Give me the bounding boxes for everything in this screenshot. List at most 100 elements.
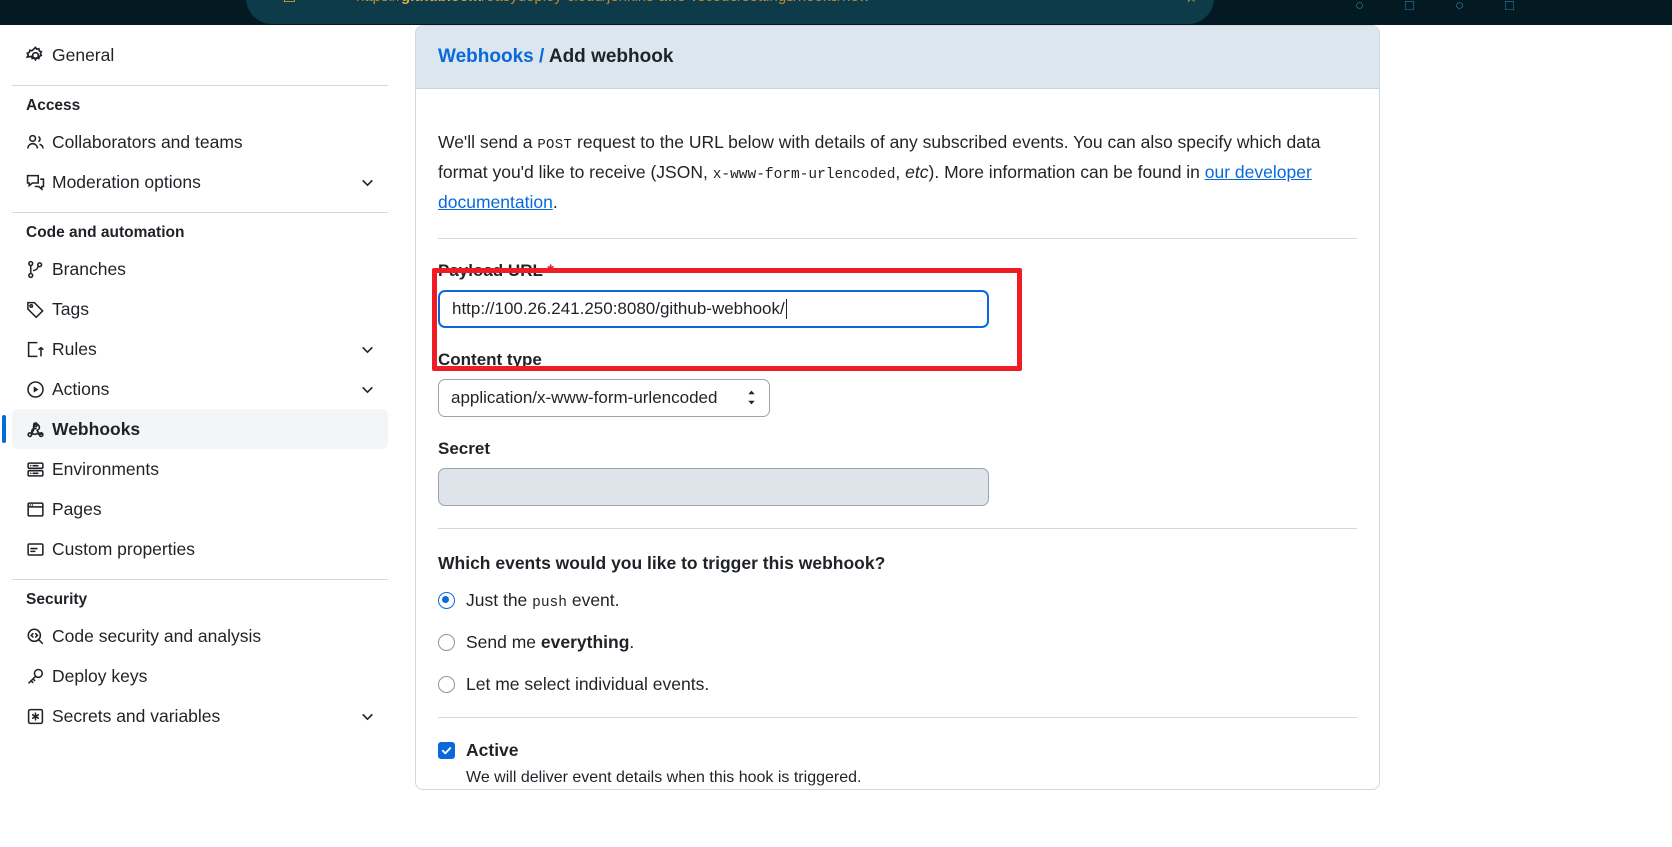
radio-label-prefix: Just the bbox=[466, 589, 533, 610]
sidebar-item-label: Collaborators and teams bbox=[52, 132, 243, 152]
radio-label-prefix: Send me bbox=[466, 631, 541, 652]
payload-url-input[interactable]: http://100.26.241.250:8080/github-webhoo… bbox=[438, 289, 989, 328]
radio-option-select-individual[interactable]: Let me select individual events. bbox=[438, 674, 1357, 695]
add-webhook-card: Webhooks / Add webhook We'll send a POST… bbox=[415, 25, 1380, 790]
sidebar-group-title-code-and-automation: Code and automation bbox=[26, 224, 185, 241]
sidebar-divider bbox=[12, 579, 388, 580]
sidebar-item-label: Webhooks bbox=[52, 419, 141, 439]
browser-address-bar[interactable]: ⚭☐ https://github.com/easydeploy-cloud/j… bbox=[246, 0, 1214, 24]
intro-text-1: We'll send a bbox=[438, 131, 538, 152]
intro-text-4: ). More information can be found in bbox=[928, 161, 1205, 182]
sidebar-item-moderation-options[interactable]: Moderation options bbox=[12, 162, 388, 202]
gear-icon bbox=[26, 45, 52, 65]
content-type-selected-value: application/x-www-form-urlencoded bbox=[451, 387, 718, 407]
radio-button[interactable] bbox=[438, 633, 455, 651]
chevron-down-icon[interactable] bbox=[359, 381, 376, 398]
url-path: /easydeploy-cloud/jenkins-aws-vscode/set… bbox=[482, 0, 870, 5]
radio-label: Just the push event. bbox=[466, 590, 620, 611]
sidebar-item-collaborators-and-teams[interactable]: Collaborators and teams bbox=[12, 122, 388, 162]
intro-etc: etc bbox=[905, 161, 929, 182]
content-type-label: Content type bbox=[438, 349, 542, 369]
radio-label-code: push bbox=[532, 594, 567, 611]
radio-label: Send me everything. bbox=[466, 632, 634, 653]
section-divider bbox=[438, 527, 1357, 529]
sidebar-item-environments[interactable]: Environments bbox=[12, 449, 388, 489]
intro-text-3: , bbox=[895, 161, 906, 182]
chevron-down-icon[interactable] bbox=[359, 174, 376, 191]
sidebar-item-label: Code security and analysis bbox=[52, 626, 262, 646]
payload-url-label: Payload URL * bbox=[438, 261, 1357, 281]
sidebar-item-label: Tags bbox=[52, 299, 89, 319]
reload-icon[interactable]: ○ bbox=[1455, 0, 1464, 18]
extensions-icon[interactable]: □ bbox=[1405, 0, 1414, 18]
menu-icon[interactable]: □ bbox=[1505, 0, 1514, 18]
sidebar-item-label: Moderation options bbox=[52, 172, 201, 192]
asterisk-box-icon bbox=[26, 706, 52, 726]
server-icon bbox=[26, 459, 52, 479]
required-asterisk: * bbox=[547, 260, 554, 280]
sidebar-item-label: Environments bbox=[52, 459, 159, 479]
section-divider bbox=[438, 237, 1357, 239]
git-branch-icon bbox=[26, 259, 52, 279]
intro-post-method: POST bbox=[537, 136, 573, 153]
card-header-breadcrumb: Webhooks / Add webhook bbox=[416, 26, 1379, 89]
address-bar-left-icons: ⚭☐ bbox=[260, 0, 306, 10]
intro-text-5: . bbox=[552, 191, 558, 212]
webhook-icon bbox=[26, 419, 52, 439]
people-icon bbox=[26, 132, 52, 152]
sidebar-item-rules[interactable]: Rules bbox=[12, 329, 388, 369]
code-search-icon bbox=[26, 626, 52, 646]
address-bar-url: https://github.com/easydeploy-cloud/jenk… bbox=[356, 0, 870, 9]
chevron-down-icon[interactable] bbox=[359, 708, 376, 725]
main-content: Webhooks / Add webhook We'll send a POST… bbox=[415, 25, 1380, 790]
radio-label-suffix: event. bbox=[566, 589, 620, 610]
sidebar-item-actions[interactable]: Actions bbox=[12, 369, 388, 409]
sidebar-item-general[interactable]: General bbox=[12, 35, 388, 75]
sidebar-group-title-security: Security bbox=[26, 591, 88, 608]
intro-content-type-code: x-www-form-urlencoded bbox=[712, 166, 896, 183]
sidebar-item-secrets-and-variables[interactable]: Secrets and variables bbox=[12, 696, 388, 736]
select-updown-arrows-icon bbox=[746, 389, 757, 406]
sidebar-item-tags[interactable]: Tags bbox=[12, 289, 388, 329]
radio-option-just-push[interactable]: Just the push event. bbox=[438, 590, 1357, 611]
card-body: We'll send a POST request to the URL bel… bbox=[416, 89, 1379, 789]
url-prefix: https:// bbox=[356, 0, 401, 5]
sidebar-item-label: Secrets and variables bbox=[52, 706, 221, 726]
sidebar-item-code-security-and-analysis[interactable]: Code security and analysis bbox=[12, 616, 388, 656]
browser-window-icon bbox=[26, 499, 52, 519]
radio-label-suffix: . bbox=[629, 631, 635, 652]
radio-option-send-everything[interactable]: Send me everything. bbox=[438, 632, 1357, 653]
secret-input[interactable] bbox=[438, 467, 989, 506]
chevron-down-icon[interactable] bbox=[359, 341, 376, 358]
key-icon bbox=[26, 666, 52, 686]
sidebar-item-webhooks[interactable]: Webhooks bbox=[2, 409, 388, 449]
active-checkbox-row[interactable]: Active bbox=[438, 740, 1357, 761]
checkbox[interactable] bbox=[438, 741, 455, 759]
play-circle-icon bbox=[26, 379, 52, 399]
bookmark-star-icon[interactable]: ☆ bbox=[1185, 0, 1198, 10]
url-host: github.com bbox=[401, 0, 482, 5]
active-label: Active bbox=[466, 739, 519, 760]
breadcrumb-link-webhooks[interactable]: Webhooks bbox=[438, 46, 534, 67]
events-question: Which events would you like to trigger t… bbox=[438, 552, 886, 573]
sidebar-item-branches[interactable]: Branches bbox=[12, 249, 388, 289]
active-help-text: We will deliver event details when this … bbox=[466, 768, 862, 786]
content-type-select[interactable]: application/x-www-form-urlencoded bbox=[438, 378, 770, 417]
sidebar-item-label: Actions bbox=[52, 379, 110, 399]
radio-label-bold: everything bbox=[540, 631, 630, 652]
sidebar-item-pages[interactable]: Pages bbox=[12, 489, 388, 529]
sidebar-item-custom-properties[interactable]: Custom properties bbox=[12, 529, 388, 569]
profile-icon[interactable]: ○ bbox=[1355, 0, 1364, 18]
text-cursor bbox=[785, 298, 788, 319]
payload-url-value: http://100.26.241.250:8080/github-webhoo… bbox=[452, 298, 785, 318]
radio-button[interactable] bbox=[438, 675, 455, 693]
radio-label: Let me select individual events. bbox=[466, 673, 710, 694]
comment-discussion-icon bbox=[26, 172, 52, 192]
radio-button[interactable] bbox=[438, 591, 455, 609]
sidebar-item-deploy-keys[interactable]: Deploy keys bbox=[12, 656, 388, 696]
browser-chrome: ⚭☐ https://github.com/easydeploy-cloud/j… bbox=[0, 0, 1672, 25]
sidebar-item-label: Custom properties bbox=[52, 539, 195, 559]
settings-sidebar: General Access Collaborators and teams M… bbox=[0, 25, 400, 847]
sidebar-divider bbox=[12, 212, 388, 213]
payload-url-label-text: Payload URL bbox=[438, 260, 543, 280]
